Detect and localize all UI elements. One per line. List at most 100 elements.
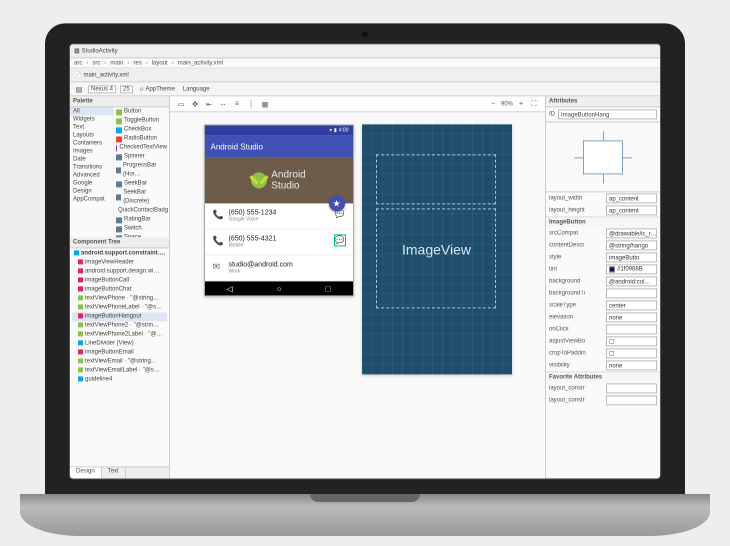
elevation-field[interactable]: none	[606, 312, 657, 322]
tree-node[interactable]: imageButtonCall	[72, 276, 167, 285]
recents-icon[interactable]: □	[326, 284, 331, 293]
file-tab[interactable]: 📄 main_activity.xml	[74, 71, 129, 78]
crumb[interactable]: res	[133, 60, 141, 66]
palette-toggle-icon[interactable]: ▤	[74, 84, 84, 94]
palette-category[interactable]: Widgets	[70, 115, 113, 123]
palette-item[interactable]: Spinner	[114, 152, 169, 161]
palette-category[interactable]: Images	[70, 147, 113, 155]
guidelines-icon[interactable]: ┊	[246, 99, 256, 109]
tree-node[interactable]: imageButtonChat	[72, 285, 167, 294]
palette-category[interactable]: Date	[70, 155, 113, 163]
blueprint-toggle-icon[interactable]: ▦	[260, 99, 270, 109]
align-left-icon[interactable]: ⇤	[204, 99, 214, 109]
project-tab[interactable]: ▦ StudioActivity	[74, 47, 118, 54]
layout-constr1-field[interactable]	[606, 383, 657, 393]
layout-constr2-field[interactable]	[606, 395, 657, 405]
language-selector[interactable]: Language	[181, 86, 212, 92]
blueprint-preview[interactable]: ImageView	[362, 124, 512, 374]
srccompat-field[interactable]: @drawable/ic_r…	[606, 228, 657, 238]
widget-icon	[116, 145, 117, 151]
backgroundtint-field[interactable]	[606, 288, 657, 298]
tree-node[interactable]: android.support.design.wi…	[72, 267, 167, 276]
tree-node[interactable]: imageButtonHangout	[72, 312, 167, 321]
constraint-inspector[interactable]	[546, 122, 660, 191]
api-selector[interactable]: 25	[120, 85, 133, 93]
palette-category[interactable]: Containers	[70, 139, 113, 147]
contact-action-icon[interactable]: 💬	[335, 235, 345, 245]
zoom-fit-icon[interactable]: ⛶	[529, 99, 539, 109]
palette-item[interactable]: RatingBar	[114, 215, 169, 224]
palette-item[interactable]: CheckBox	[114, 125, 169, 134]
palette-category[interactable]: Text	[70, 123, 113, 131]
home-icon[interactable]: ○	[277, 284, 282, 293]
zoom-in-icon[interactable]: +	[516, 99, 526, 109]
palette-item[interactable]: Switch	[114, 224, 169, 233]
contact-number: (650) 555-1234	[229, 209, 329, 216]
palette-item[interactable]: SeekBar (Discrete)	[114, 188, 169, 206]
crumb[interactable]: arc	[74, 60, 82, 66]
croptopadding-field[interactable]: ☐	[606, 348, 657, 358]
device-selector[interactable]: Nexus 4	[88, 85, 116, 93]
design-preview[interactable]: ▾ ▮ 4:00 Android Studio Android Studio ★	[204, 124, 354, 296]
scaletype-field[interactable]: center	[606, 300, 657, 310]
palette-category[interactable]: Transitions	[70, 163, 113, 171]
palette-category[interactable]: Google	[70, 179, 113, 187]
select-tool-icon[interactable]: ▭	[176, 99, 186, 109]
visibility-field[interactable]: none	[606, 360, 657, 370]
theme-selector[interactable]: ☼ AppTheme	[137, 86, 177, 92]
palette-category[interactable]: All	[70, 107, 113, 115]
tree-node[interactable]: textViewEmailLabel · "@s…	[72, 366, 167, 375]
zoom-out-icon[interactable]: −	[488, 99, 498, 109]
palette-item[interactable]: ToggleButton	[114, 116, 169, 125]
style-field[interactable]: imageButto	[606, 252, 657, 262]
tree-node[interactable]: textViewEmail · "@string…	[72, 357, 167, 366]
contentdesc-field[interactable]: @string/hango	[606, 240, 657, 250]
back-icon[interactable]: ◁	[227, 284, 233, 293]
palette-item[interactable]: SeekBar	[114, 179, 169, 188]
adjustviewbounds-field[interactable]: ☐	[606, 336, 657, 346]
tint-field[interactable]: #1f0968B	[606, 264, 657, 274]
tree-node[interactable]: textViewPhone2 · "@strin…	[72, 321, 167, 330]
align-center-icon[interactable]: ↔	[218, 99, 228, 109]
signal-icon: ▮	[334, 127, 337, 133]
crumb[interactable]: layout	[152, 60, 168, 66]
node-icon	[78, 286, 83, 291]
palette-item[interactable]: CheckedTextView	[114, 143, 169, 152]
fab-star[interactable]: ★	[329, 195, 345, 211]
id-field[interactable]: ImageButtonHang	[558, 109, 657, 119]
layout-width-field[interactable]: ap_content	[606, 193, 657, 203]
node-icon	[78, 367, 83, 372]
tab-text[interactable]: Text	[102, 467, 126, 478]
tree-node[interactable]: LineDivider (View)	[72, 339, 167, 348]
palette-category[interactable]: AppCompat	[70, 195, 113, 203]
contact-source: Work	[229, 268, 345, 274]
palette-item[interactable]: QuickContactBadg	[114, 206, 169, 215]
crumb[interactable]: main	[110, 60, 123, 66]
component-tree[interactable]: android.support.constraint.Co…imageViewH…	[70, 248, 169, 466]
background-field[interactable]: @android:col…	[606, 276, 657, 286]
tree-node[interactable]: textViewPhone2Label · "@…	[72, 330, 167, 339]
design-canvas[interactable]: ▾ ▮ 4:00 Android Studio Android Studio ★	[170, 112, 545, 478]
tree-node[interactable]: imageViewHeader	[72, 258, 167, 267]
attr-section: ImageButton	[546, 216, 660, 227]
contact-type-icon: 📞	[213, 209, 223, 219]
palette-category[interactable]: Design	[70, 187, 113, 195]
palette-item[interactable]: ProgressBar (Hor…	[114, 161, 169, 179]
palette-category[interactable]: Layouts	[70, 131, 113, 139]
node-icon	[78, 349, 83, 354]
tree-node[interactable]: guideline4	[72, 375, 167, 384]
distribute-icon[interactable]: ≡	[232, 99, 242, 109]
pan-tool-icon[interactable]: ✥	[190, 99, 200, 109]
tree-root[interactable]: android.support.constraint.Co…	[72, 249, 167, 258]
palette-item[interactable]: RadioButton	[114, 134, 169, 143]
onclick-field[interactable]	[606, 324, 657, 334]
tree-node[interactable]: textViewPhoneLabel · "@s…	[72, 303, 167, 312]
crumb[interactable]: src	[92, 60, 100, 66]
palette-item[interactable]: Button	[114, 107, 169, 116]
palette-category[interactable]: Advanced	[70, 171, 113, 179]
tree-node[interactable]: textViewPhone · "@string…	[72, 294, 167, 303]
tree-node[interactable]: imageButtonEmail	[72, 348, 167, 357]
tab-design[interactable]: Design	[70, 467, 102, 478]
layout-height-field[interactable]: ap_content	[606, 205, 657, 215]
crumb[interactable]: main_activity.xml	[178, 60, 223, 66]
